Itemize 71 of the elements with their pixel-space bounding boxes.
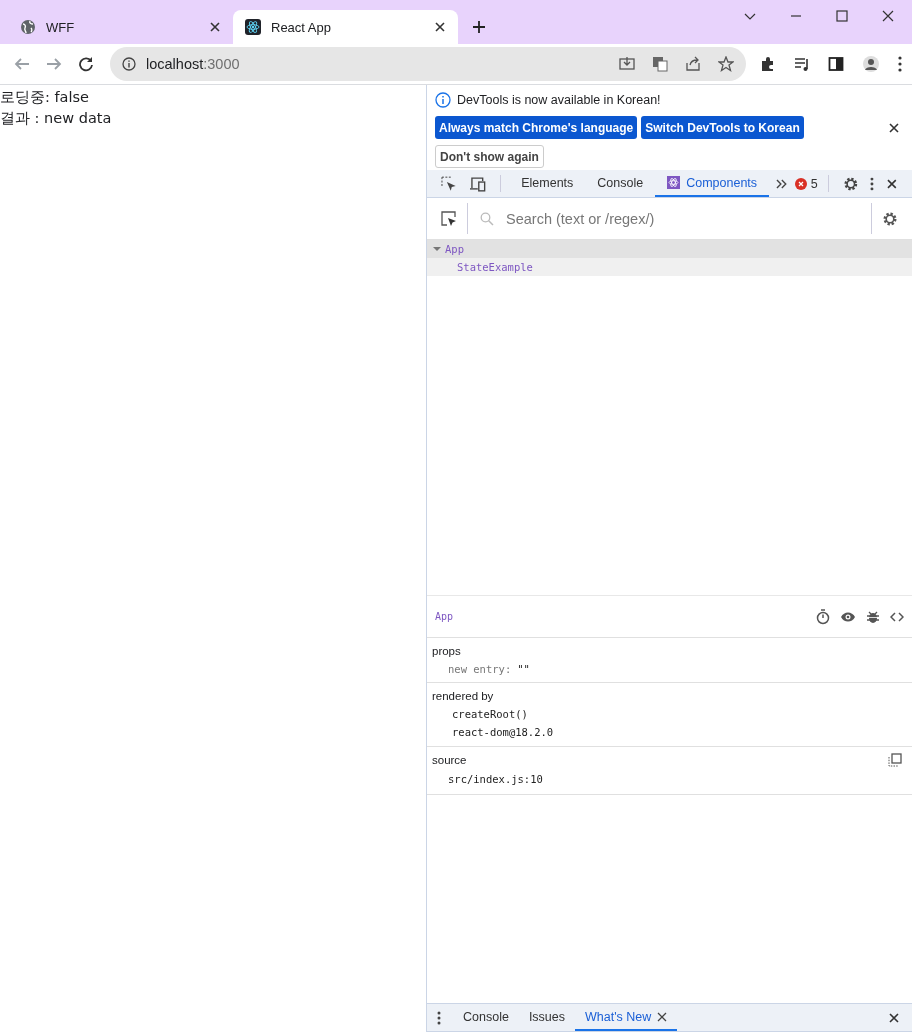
page-text: 로딩중: false <box>0 88 90 107</box>
select-element-icon[interactable] <box>441 210 457 227</box>
code-icon[interactable] <box>890 610 904 623</box>
source-location[interactable]: src/index.js:10 <box>432 769 907 789</box>
star-icon[interactable] <box>718 56 734 72</box>
copy-icon[interactable] <box>888 753 902 767</box>
address-bar[interactable]: localhost:3000 <box>110 47 746 81</box>
eye-icon[interactable] <box>840 610 856 623</box>
more-tabs-icon[interactable] <box>775 177 789 190</box>
close-icon[interactable] <box>886 177 898 190</box>
language-button[interactable]: Always match Chrome's language <box>435 116 638 139</box>
tree-row[interactable]: StateExample <box>427 258 912 276</box>
component-name: App <box>435 611 454 622</box>
menu-icon[interactable] <box>437 1010 441 1025</box>
avatar-icon[interactable] <box>862 55 880 73</box>
section-title: props <box>432 645 461 657</box>
owner-entry[interactable]: createRoot() <box>432 705 907 723</box>
puzzle-icon[interactable] <box>760 56 776 72</box>
back-arrow-icon[interactable] <box>14 56 30 72</box>
info-icon <box>435 92 451 108</box>
info-icon[interactable] <box>122 57 136 71</box>
url-text: localhost:3000 <box>146 56 240 72</box>
prop-value[interactable]: "" <box>517 662 530 675</box>
panel-tab[interactable]: Components <box>655 170 770 197</box>
language-button[interactable]: Switch DevTools to Korean <box>641 116 804 139</box>
side-panel-icon[interactable] <box>828 56 844 72</box>
forward-arrow-icon[interactable] <box>46 56 62 72</box>
close-icon[interactable] <box>209 21 221 33</box>
globe-icon <box>20 19 36 35</box>
close-icon[interactable] <box>888 1011 900 1024</box>
owner-entry[interactable]: react-dom@18.2.0 <box>432 723 907 741</box>
search-icon <box>480 211 494 226</box>
page-text: 결과 : new data <box>0 109 113 128</box>
drawer-tab[interactable]: What's New <box>575 1004 678 1031</box>
info-message: DevTools is now available in Korean! <box>457 93 661 107</box>
error-counter[interactable]: 5 <box>794 176 818 191</box>
inspect-icon[interactable] <box>441 175 457 192</box>
error-icon <box>794 177 807 190</box>
tree-row[interactable]: App <box>427 240 912 258</box>
close-icon[interactable] <box>657 1011 668 1022</box>
caret-down-icon[interactable] <box>433 245 441 253</box>
bug-icon[interactable] <box>866 609 880 624</box>
atom-icon <box>667 176 681 189</box>
menu-icon[interactable] <box>898 56 902 72</box>
install-icon[interactable] <box>619 56 635 72</box>
close-icon[interactable] <box>882 10 894 22</box>
dismiss-button[interactable]: Don't show again <box>435 145 544 168</box>
panel-tab[interactable]: Elements <box>509 170 586 197</box>
maximize-icon[interactable] <box>836 10 848 22</box>
translate-icon[interactable] <box>652 56 668 72</box>
drawer-tab[interactable]: Console <box>453 1004 519 1031</box>
settings-icon[interactable] <box>882 210 898 227</box>
drawer-tab[interactable]: Issues <box>518 1004 575 1031</box>
reload-icon[interactable] <box>78 56 94 72</box>
menu-icon[interactable] <box>870 176 875 191</box>
search-field[interactable]: Search (text or /regex/) <box>504 209 859 228</box>
close-icon[interactable] <box>434 21 446 33</box>
stopwatch-icon[interactable] <box>816 608 830 625</box>
settings-icon[interactable] <box>842 175 859 192</box>
close-icon[interactable] <box>888 121 900 134</box>
section-title: source <box>432 754 467 766</box>
share-icon[interactable] <box>685 56 701 72</box>
prop-name: new entry: <box>448 662 512 675</box>
plus-icon[interactable] <box>472 20 486 34</box>
atom-icon <box>245 19 261 35</box>
browser-tab[interactable]: React App <box>233 10 458 44</box>
device-icon[interactable] <box>468 175 487 192</box>
browser-tab[interactable]: WFF <box>8 10 233 44</box>
section-title: rendered by <box>432 690 494 702</box>
playlist-icon[interactable] <box>794 56 810 72</box>
panel-tab[interactable]: Console <box>585 170 656 197</box>
